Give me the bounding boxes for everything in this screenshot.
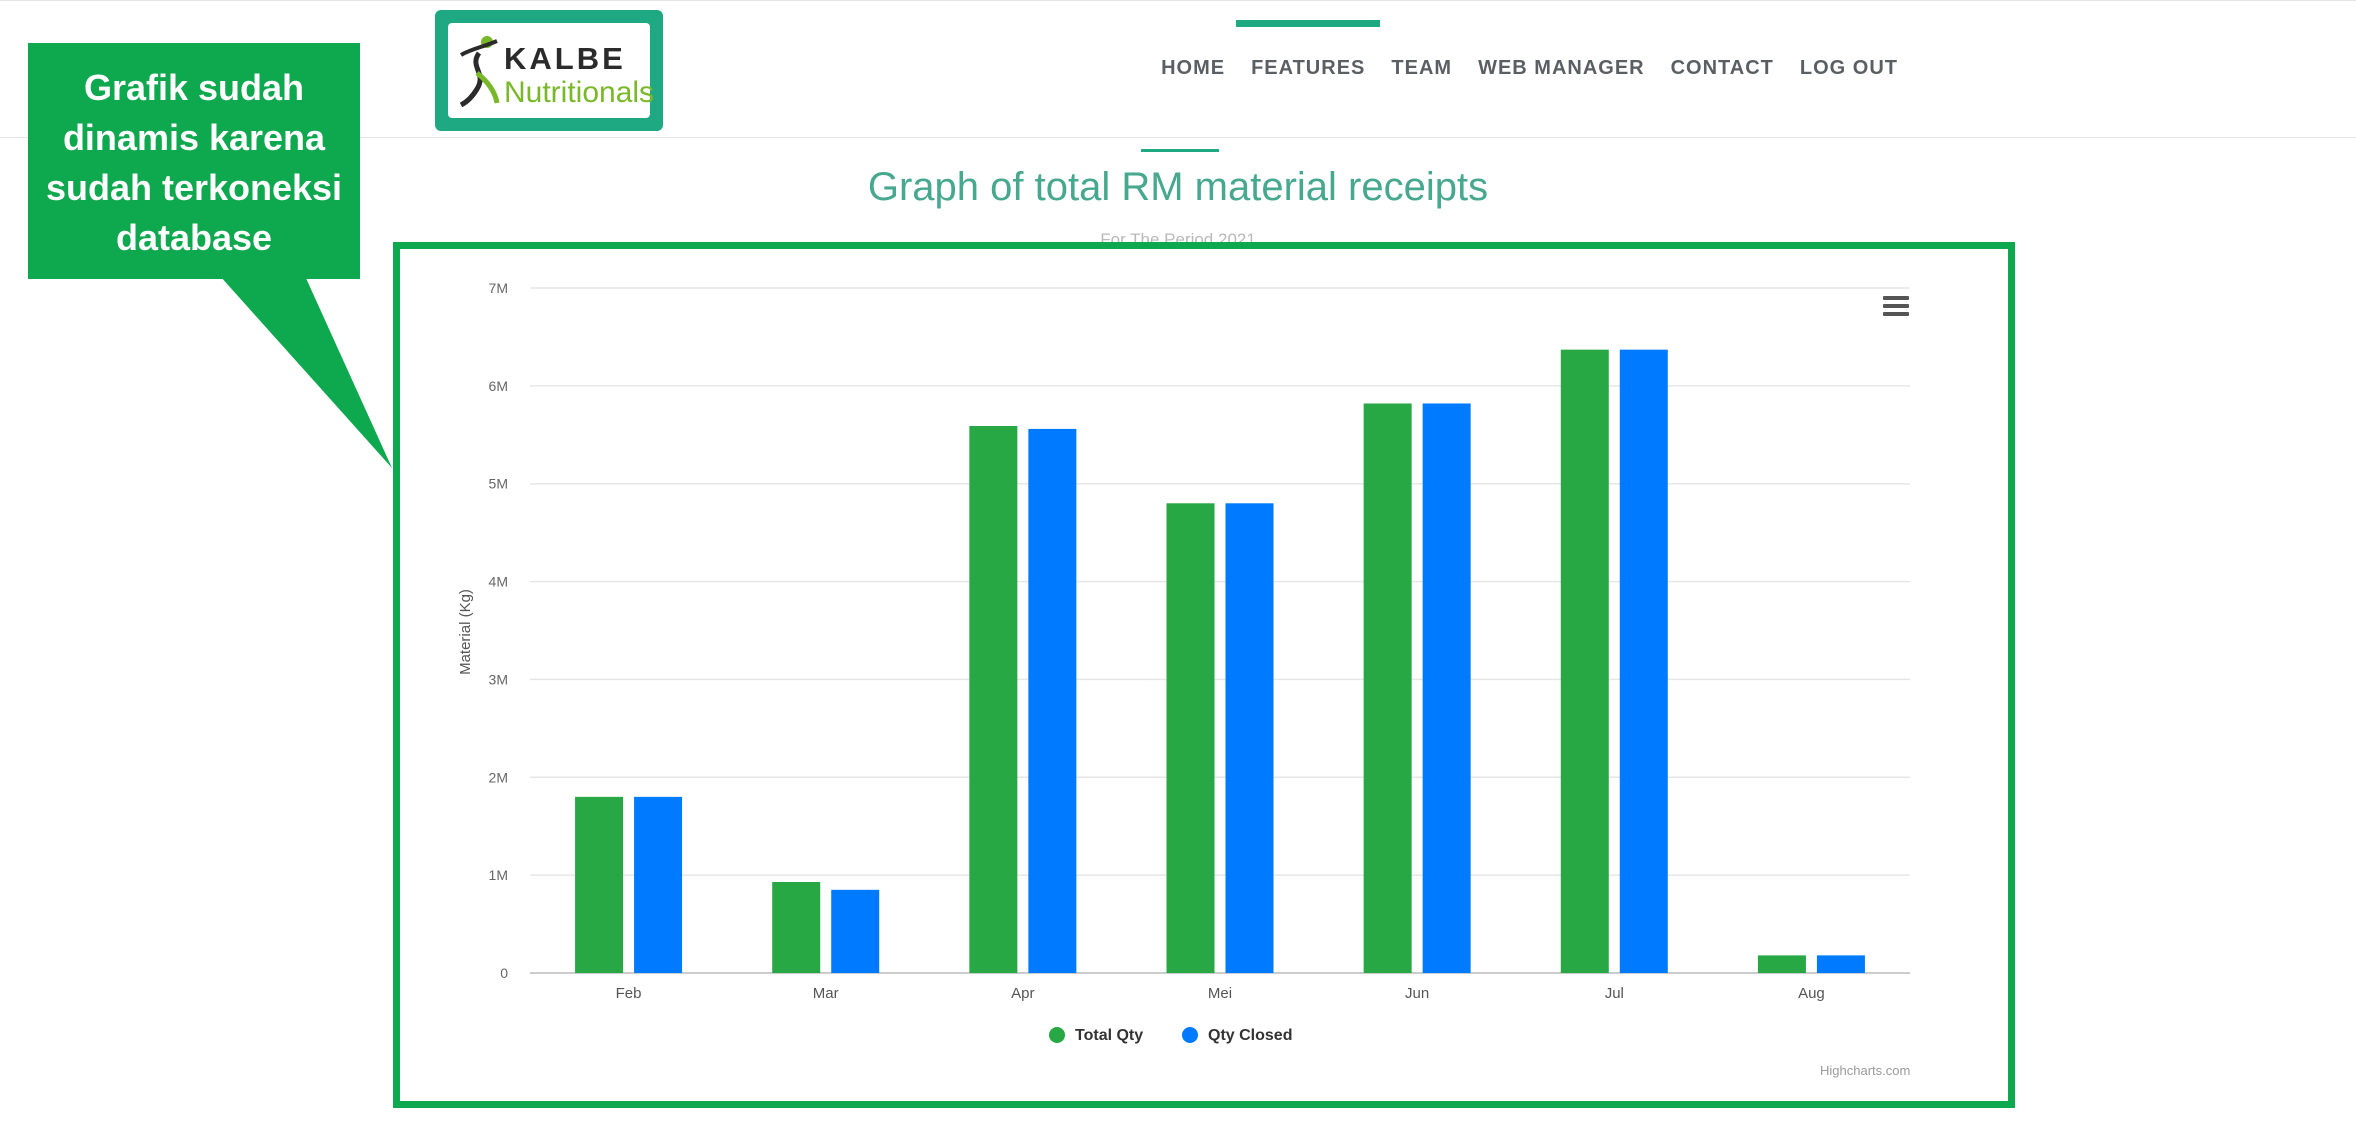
legend-item[interactable]: Qty Closed: [1208, 1027, 1292, 1044]
y-tick-label: 3M: [489, 671, 508, 687]
x-tick-label: Mei: [1208, 985, 1232, 1002]
bar-qty-closed[interactable]: [1028, 428, 1077, 973]
legend-item[interactable]: Total Qty: [1075, 1027, 1143, 1044]
legend-marker[interactable]: [1182, 1027, 1198, 1043]
y-tick-label: 7M: [489, 280, 508, 296]
chart-credits[interactable]: Highcharts.com: [1820, 1063, 1910, 1078]
bar-total-qty[interactable]: [1560, 349, 1609, 973]
bar-total-qty[interactable]: [969, 425, 1018, 973]
bar-total-qty[interactable]: [575, 796, 624, 973]
y-tick-label: 0: [500, 965, 508, 981]
bar-qty-closed[interactable]: [1422, 403, 1471, 973]
callout-line: dinamis karena: [62, 117, 326, 158]
annotation-callout: Grafik sudah dinamis karena sudah terkon…: [28, 43, 360, 279]
bar-total-qty[interactable]: [772, 881, 821, 973]
callout-line: database: [115, 217, 273, 258]
bar-total-qty[interactable]: [1166, 503, 1215, 973]
x-tick-label: Feb: [616, 985, 642, 1002]
chart-grid: [530, 287, 1910, 974]
chart-menu-icon[interactable]: [1883, 296, 1909, 316]
y-tick-label: 1M: [489, 867, 508, 883]
bar-qty-closed[interactable]: [1619, 349, 1668, 973]
bar-total-qty[interactable]: [1363, 403, 1412, 973]
legend-marker[interactable]: [1049, 1027, 1065, 1043]
y-axis-title: Material (Kg): [457, 589, 474, 675]
x-tick-label: Aug: [1798, 985, 1825, 1002]
bar-qty-closed[interactable]: [831, 889, 880, 973]
x-tick-label: Jul: [1605, 985, 1624, 1002]
x-tick-label: Mar: [813, 985, 839, 1002]
y-tick-label: 4M: [489, 574, 508, 590]
bar-qty-closed[interactable]: [1225, 503, 1274, 973]
callout-line: sudah terkoneksi: [45, 167, 343, 208]
chart-legend: Total Qty Qty Closed: [1049, 1027, 1292, 1044]
y-tick-label: 5M: [489, 476, 508, 492]
callout-line: Grafik sudah: [83, 67, 305, 108]
y-tick-label: 6M: [489, 378, 508, 394]
x-tick-label: Apr: [1011, 985, 1034, 1002]
x-tick-label: Jun: [1405, 985, 1429, 1002]
callout-text: Grafik sudah dinamis karena sudah terkon…: [28, 63, 360, 263]
y-tick-label: 2M: [489, 769, 508, 785]
bar-qty-closed[interactable]: [1816, 955, 1865, 973]
bar-qty-closed[interactable]: [634, 796, 683, 973]
bar-total-qty[interactable]: [1757, 955, 1806, 973]
chart-bars: [575, 349, 1865, 973]
